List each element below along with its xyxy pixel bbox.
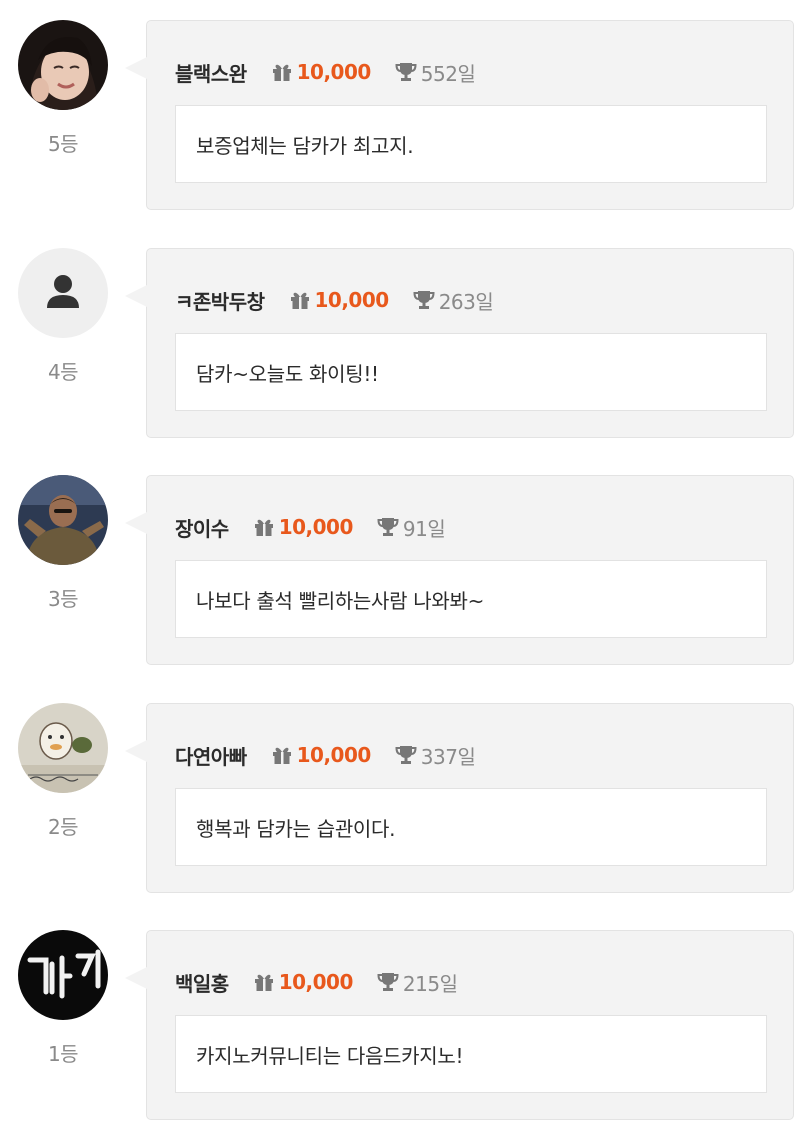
- points-value: 10,000: [278, 970, 354, 994]
- comment-meta: 백일홍 10,000 215일: [175, 967, 458, 997]
- gift-icon: [272, 64, 291, 81]
- avatar-column: 2등: [18, 703, 108, 840]
- comment-message-box: 보증업체는 담카가 최고지.: [175, 105, 767, 183]
- gift-icon: [254, 974, 273, 991]
- avatar-column: 5등: [18, 20, 108, 157]
- list-item: 2등 다연아빠 10,000 337일 행복과 담카는 습관이다.: [0, 703, 800, 898]
- gift-icon: [272, 747, 291, 764]
- comment-message-box: 카지노커뮤니티는 다음드카지노!: [175, 1015, 767, 1093]
- points-value: 10,000: [314, 288, 390, 312]
- avatar[interactable]: [18, 20, 108, 110]
- points-value: 10,000: [278, 515, 354, 539]
- list-item: 4등 ㅋ존박두창 10,000 263일 담카~오늘도 화이팅!!: [0, 248, 800, 443]
- neon-sign-avatar: [18, 930, 108, 1020]
- comment-card: 장이수 10,000 91일 나보다 출석 빨리하는사람 나와봐~: [125, 475, 794, 665]
- comment-message: 카지노커뮤니티는 다음드카지노!: [196, 1043, 464, 1068]
- comment-message-box: 행복과 담카는 습관이다.: [175, 788, 767, 866]
- avatar-column: 3등: [18, 475, 108, 612]
- comment-message: 나보다 출석 빨리하는사람 나와봐~: [196, 588, 485, 613]
- nickname[interactable]: 블랙스완: [175, 58, 247, 87]
- comment-message: 보증업체는 담카가 최고지.: [196, 133, 414, 158]
- default-user-icon: [18, 248, 108, 338]
- rank-label: 4등: [47, 360, 79, 384]
- rank-label: 5등: [47, 132, 79, 156]
- man-photo-avatar: [18, 475, 108, 565]
- comment-message: 담카~오늘도 화이팅!!: [196, 361, 379, 386]
- trophy-icon: [377, 518, 399, 536]
- nickname[interactable]: 장이수: [175, 513, 229, 542]
- gift-icon: [254, 519, 273, 536]
- avatar[interactable]: [18, 930, 108, 1020]
- comment-meta: 블랙스완 10,000 552일: [175, 57, 476, 87]
- points-value: 10,000: [296, 743, 372, 767]
- rank-label: 3등: [47, 587, 79, 611]
- avatar-column: 1등: [18, 930, 108, 1067]
- attendance-days: 263일: [438, 289, 494, 314]
- attendance-days: 215일: [402, 971, 458, 996]
- trophy-icon: [395, 63, 417, 81]
- avatar[interactable]: [18, 248, 108, 338]
- comment-card: 백일홍 10,000 215일 카지노커뮤니티는 다음드카지노!: [125, 930, 794, 1120]
- attendance-days: 337일: [420, 744, 476, 769]
- avatar-column: 4등: [18, 248, 108, 385]
- comment-meta: ㅋ존박두창 10,000 263일: [175, 285, 494, 315]
- comment-card: ㅋ존박두창 10,000 263일 담카~오늘도 화이팅!!: [125, 248, 794, 438]
- rank-label: 2등: [47, 815, 79, 839]
- nickname[interactable]: 다연아빠: [175, 741, 247, 770]
- comment-message: 행복과 담카는 습관이다.: [196, 816, 396, 841]
- comment-message-box: 나보다 출석 빨리하는사람 나와봐~: [175, 560, 767, 638]
- comment-meta: 다연아빠 10,000 337일: [175, 740, 476, 770]
- avatar[interactable]: [18, 475, 108, 565]
- nickname[interactable]: 백일홍: [175, 968, 229, 997]
- comment-card: 다연아빠 10,000 337일 행복과 담카는 습관이다.: [125, 703, 794, 893]
- comment-meta: 장이수 10,000 91일: [175, 512, 446, 542]
- gift-icon: [290, 292, 309, 309]
- list-item: 3등 장이수 10,000 91일 나보다 출석 빨리하는사람 나와봐~: [0, 475, 800, 670]
- nickname[interactable]: ㅋ존박두창: [175, 286, 265, 315]
- comment-message-box: 담카~오늘도 화이팅!!: [175, 333, 767, 411]
- avatar[interactable]: [18, 703, 108, 793]
- list-item: 5등 블랙스완 10,000 552일 보증업체는 담카가 최고지.: [0, 20, 800, 215]
- attendance-days: 91일: [402, 516, 446, 541]
- trophy-icon: [377, 973, 399, 991]
- attendance-comment-list: 5등 블랙스완 10,000 552일 보증업체는 담카가 최고지. 4등 ㅋ존…: [0, 0, 800, 1146]
- points-value: 10,000: [296, 60, 372, 84]
- cartoon-avatar: [18, 703, 108, 793]
- trophy-icon: [413, 291, 435, 309]
- list-item: 1등 백일홍 10,000 215일 카지노커뮤니티는 다음드카지노!: [0, 930, 800, 1125]
- trophy-icon: [395, 746, 417, 764]
- attendance-days: 552일: [420, 61, 476, 86]
- woman-photo-avatar: [18, 20, 108, 110]
- rank-label: 1등: [47, 1042, 79, 1066]
- comment-card: 블랙스완 10,000 552일 보증업체는 담카가 최고지.: [125, 20, 794, 210]
